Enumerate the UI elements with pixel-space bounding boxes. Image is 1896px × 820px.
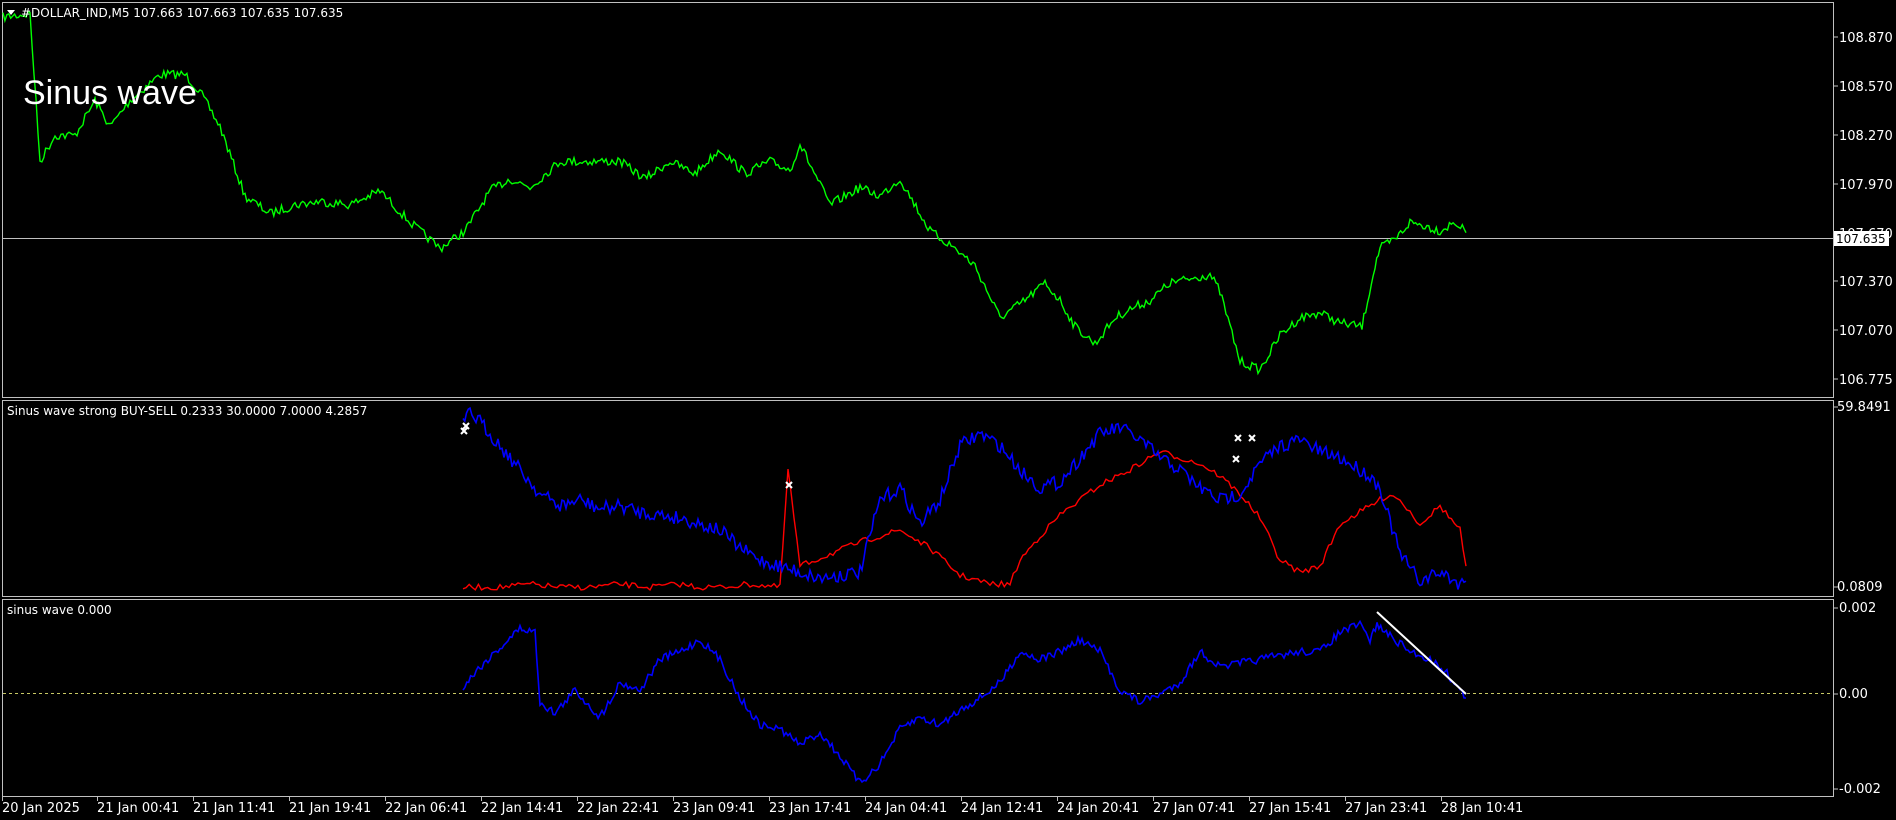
- time-tick-label: 27 Jan 07:41: [1153, 801, 1235, 816]
- price-axis: 108.870108.570108.270107.970107.670107.3…: [1834, 31, 1893, 388]
- indicator2-axis: 0.002 0.00 -0.002: [1834, 601, 1881, 797]
- price-tick-label: 107.370: [1839, 275, 1893, 290]
- time-tick-label: 24 Jan 20:41: [1057, 801, 1139, 816]
- sinus-wave-line: [462, 619, 1467, 784]
- trading-chart[interactable]: 108.870108.570108.270107.970107.670107.3…: [0, 0, 1896, 820]
- time-tick-label: 21 Jan 11:41: [193, 801, 275, 816]
- price-panel-frame: [2, 2, 1834, 398]
- time-tick-label: 24 Jan 04:41: [865, 801, 947, 816]
- ind1-tick-label: 0.0809: [1837, 580, 1883, 595]
- signal-marker: [1232, 455, 1240, 463]
- price-tick-label: 108.270: [1839, 129, 1893, 144]
- price-tick-label: 106.775: [1839, 373, 1893, 388]
- time-tick-label: 28 Jan 10:41: [1441, 801, 1523, 816]
- price-tick-label: 107.070: [1839, 324, 1893, 339]
- time-axis: 20 Jan 2025 21 Jan 00:41 21 Jan 11:41 21 Ja…: [2, 797, 1523, 816]
- time-tick-label: 27 Jan 23:41: [1345, 801, 1427, 816]
- ind2-tick-label: 0.002: [1839, 601, 1876, 616]
- time-tick-label: 22 Jan 22:41: [577, 801, 659, 816]
- time-tick-label: 20 Jan 2025: [2, 801, 80, 816]
- time-tick-label: 23 Jan 09:41: [673, 801, 755, 816]
- time-tick-label: 24 Jan 12:41: [961, 801, 1043, 816]
- time-tick-label: 21 Jan 19:41: [289, 801, 371, 816]
- trend-line[interactable]: [1376, 611, 1467, 695]
- price-series-line: [2, 10, 1467, 376]
- symbol-info: #DOLLAR_IND,M5 107.663 107.663 107.635 1…: [21, 6, 343, 20]
- time-tick-label: 22 Jan 06:41: [385, 801, 467, 816]
- price-tick-label: 108.870: [1839, 31, 1893, 46]
- ind1-tick-label: 59.8491: [1837, 400, 1891, 415]
- indicator1-label: Sinus wave strong BUY-SELL 0.2333 30.000…: [7, 404, 367, 418]
- time-tick-label: 21 Jan 00:41: [97, 801, 179, 816]
- price-tick-label: 108.570: [1839, 80, 1893, 95]
- buy-series-line: [462, 406, 1467, 590]
- indicator1-axis: 59.8491 0.0809: [1834, 400, 1891, 595]
- signal-markers: [460, 422, 1256, 489]
- sell-series-line: [462, 450, 1467, 591]
- indicator2-label: sinus wave 0.000: [7, 603, 112, 617]
- ind2-tick-label: 0.00: [1839, 687, 1868, 702]
- indicator1-panel-frame: [2, 400, 1834, 597]
- time-tick-label: 22 Jan 14:41: [481, 801, 563, 816]
- time-tick-label: 23 Jan 17:41: [769, 801, 851, 816]
- signal-marker: [1248, 434, 1256, 442]
- signal-marker: [1234, 434, 1242, 442]
- current-price-label: 107.635: [1836, 232, 1886, 246]
- price-tick-label: 107.970: [1839, 178, 1893, 193]
- indicator2-panel-frame: [2, 599, 1834, 797]
- time-tick-label: 27 Jan 15:41: [1249, 801, 1331, 816]
- watermark-title: Sinus wave: [23, 74, 197, 112]
- ind2-tick-label: -0.002: [1839, 782, 1881, 797]
